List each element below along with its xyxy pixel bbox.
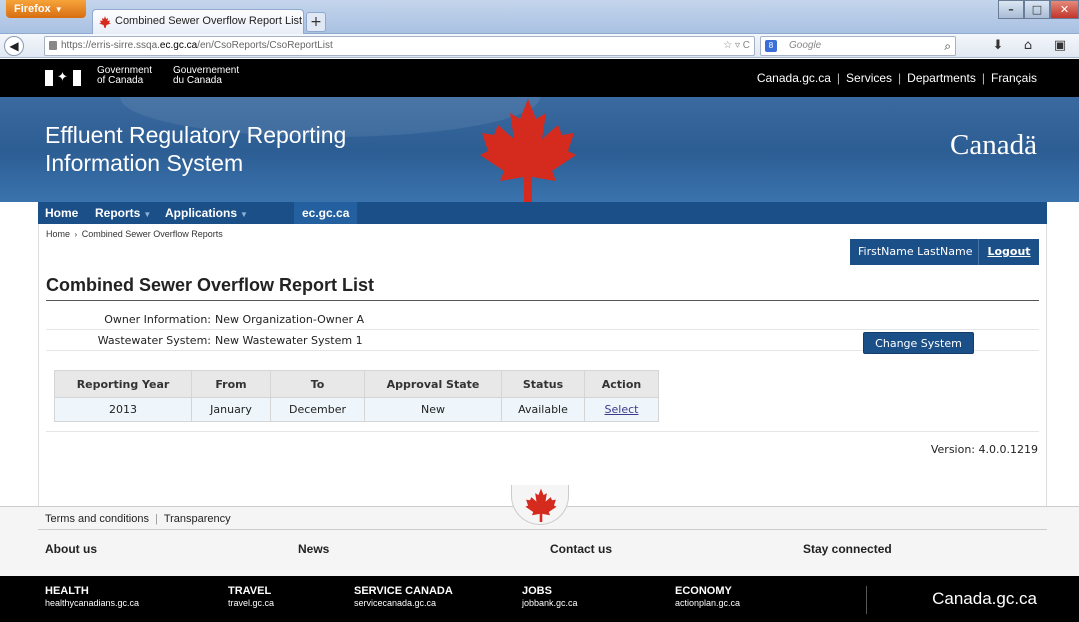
column-header: To <box>270 370 365 398</box>
column-header: Approval State <box>364 370 502 398</box>
page-title: Combined Sewer Overflow Report List <box>46 275 375 295</box>
browser-navbar: ◀ https://erris-sirre.ssqa.ec.gc.ca/en/C… <box>0 34 1079 58</box>
web-page: ✦ Government of Canada Gouvernement du Can… <box>0 59 1079 622</box>
menu-reports[interactable]: Reports ▼ <box>95 202 151 224</box>
footer-link-service-canada[interactable]: SERVICE CANADA servicecanada.gc.ca <box>354 585 453 610</box>
maple-leaf-icon <box>525 488 557 522</box>
cell-year: 2013 <box>54 397 192 422</box>
chevron-down-icon: ▼ <box>240 210 248 219</box>
government-wordmark-fr: Gouvernement du Canada <box>173 65 240 86</box>
user-box: FirstName LastName Logout <box>850 239 1039 265</box>
user-name: FirstName LastName <box>858 245 973 258</box>
close-window-button[interactable]: ✕ <box>1050 0 1079 19</box>
owner-info-row: Owner Information: New Organization-Owne… <box>46 310 1039 330</box>
column-header: From <box>191 370 271 398</box>
search-placeholder: Google <box>789 40 822 51</box>
menu-applications[interactable]: Applications ▼ <box>165 202 248 224</box>
link-francais[interactable]: Français <box>991 71 1037 85</box>
breadcrumb-current: Combined Sewer Overflow Reports <box>81 229 223 239</box>
table-header-row: Reporting Year From To Approval State St… <box>54 370 659 398</box>
footer-leaf-badge <box>511 485 569 525</box>
browser-tab[interactable]: Combined Sewer Overflow Report List - ..… <box>92 9 304 34</box>
system-value: New Wastewater System 1 <box>215 334 363 347</box>
footer-top: Terms and conditions | Transparency About … <box>0 485 1079 576</box>
transparency-link[interactable]: Transparency <box>164 513 231 525</box>
tab-title: Combined Sewer Overflow Report List - ..… <box>115 15 304 27</box>
address-bar[interactable]: https://erris-sirre.ssqa.ec.gc.ca/en/Cso… <box>44 36 755 56</box>
owner-label: Owner Information: <box>104 313 211 326</box>
cell-approval-state: New <box>364 397 502 422</box>
maple-leaf-icon <box>480 99 576 202</box>
new-tab-button[interactable]: + <box>306 12 326 32</box>
change-system-button[interactable]: Change System <box>863 332 974 354</box>
firefox-menu-button[interactable]: Firefox ▼ <box>6 0 86 18</box>
canada-wordmark: Canadä <box>950 129 1037 161</box>
menu-icon[interactable]: ▣ <box>1052 38 1068 54</box>
system-label: Wastewater System: <box>97 334 211 347</box>
search-icon[interactable]: ⌕ <box>944 37 951 55</box>
footer-about-us[interactable]: About us <box>45 542 97 556</box>
government-wordmark-en: Government of Canada <box>97 65 153 86</box>
divider <box>46 431 1039 432</box>
select-link[interactable]: Select <box>605 403 639 416</box>
column-header: Status <box>501 370 585 398</box>
footer-stay-connected[interactable]: Stay connected <box>803 542 892 556</box>
link-departments[interactable]: Departments <box>907 71 976 85</box>
terms-link[interactable]: Terms and conditions <box>45 513 149 525</box>
footer-bottom: HEALTH healthycanadians.gc.ca TRAVEL trave… <box>0 576 1079 622</box>
cell-from: January <box>191 397 271 422</box>
maple-leaf-icon <box>99 16 111 28</box>
table-row: 2013 January December New Available Sele… <box>54 397 659 422</box>
google-icon: 8 <box>765 40 777 52</box>
cell-to: December <box>270 397 365 422</box>
divider <box>866 586 867 614</box>
column-header: Action <box>584 370 659 398</box>
home-icon[interactable]: ⌂ <box>1020 38 1036 54</box>
owner-value: New Organization-Owner A <box>215 313 365 326</box>
minimize-button[interactable]: – <box>998 0 1024 19</box>
browser-titlebar: Firefox ▼ Combined Sewer Overflow Report … <box>0 0 1079 34</box>
menu-home[interactable]: Home <box>45 202 78 224</box>
logout-link[interactable]: Logout <box>978 239 1039 265</box>
footer-canada-gc-ca[interactable]: Canada.gc.ca <box>932 589 1037 609</box>
divider <box>38 529 1047 530</box>
footer-contact-us[interactable]: Contact us <box>550 542 612 556</box>
maximize-button[interactable]: □ <box>1024 0 1050 19</box>
link-services[interactable]: Services <box>846 71 892 85</box>
breadcrumb: Home › Combined Sewer Overflow Reports <box>46 229 223 239</box>
url-prefix: https://erris-sirre.ssqa. <box>61 40 160 51</box>
reports-table: Reporting Year From To Approval State St… <box>54 370 659 422</box>
url-domain: ec.gc.ca <box>159 40 198 51</box>
footer-link-health[interactable]: HEALTH healthycanadians.gc.ca <box>45 585 139 610</box>
version-label: Version: 4.0.0.1219 <box>930 443 1038 456</box>
main-content: Home › Combined Sewer Overflow Reports F… <box>38 224 1047 506</box>
site-title[interactable]: Effluent Regulatory Reporting Informatio… <box>45 121 346 177</box>
link-canada-gc-ca[interactable]: Canada.gc.ca <box>757 71 831 85</box>
chevron-down-icon: ▼ <box>143 210 152 219</box>
footer-link-travel[interactable]: TRAVEL travel.gc.ca <box>228 585 274 610</box>
menu-ec-gc-ca[interactable]: ec.gc.ca <box>294 202 358 224</box>
chevron-down-icon: ▼ <box>54 5 63 14</box>
column-header: Reporting Year <box>54 370 192 398</box>
lock-icon <box>49 41 57 50</box>
government-links: Canada.gc.ca | Services | Departments | França… <box>756 71 1037 85</box>
canada-flag-icon: ✦ <box>45 70 81 86</box>
breadcrumb-home[interactable]: Home <box>46 229 70 239</box>
download-icon[interactable]: ⬇ <box>990 38 1006 54</box>
footer-news[interactable]: News <box>298 542 329 556</box>
government-bar: ✦ Government of Canada Gouvernement du Can… <box>0 59 1079 97</box>
back-arrow-icon[interactable]: ◀ <box>4 36 24 56</box>
footer-link-jobs[interactable]: JOBS jobbank.gc.ca <box>522 585 578 610</box>
breadcrumb-separator: › <box>74 230 78 239</box>
main-menu: Home Reports ▼ Applications ▼ ec.gc.ca <box>38 202 1047 224</box>
site-banner: Effluent Regulatory Reporting Informatio… <box>0 97 1079 202</box>
divider <box>46 300 1039 301</box>
url-path: /en/CsoReports/CsoReportList <box>197 40 333 51</box>
bookmark-star-icon[interactable]: ☆ ▿ C <box>723 37 750 55</box>
cell-status: Available <box>501 397 585 422</box>
cell-action: Select <box>584 397 659 422</box>
search-input[interactable]: 8 Google ⌕ <box>760 36 956 56</box>
footer-link-economy[interactable]: ECONOMY actionplan.gc.ca <box>675 585 740 610</box>
footer-terms: Terms and conditions | Transparency <box>45 513 231 525</box>
